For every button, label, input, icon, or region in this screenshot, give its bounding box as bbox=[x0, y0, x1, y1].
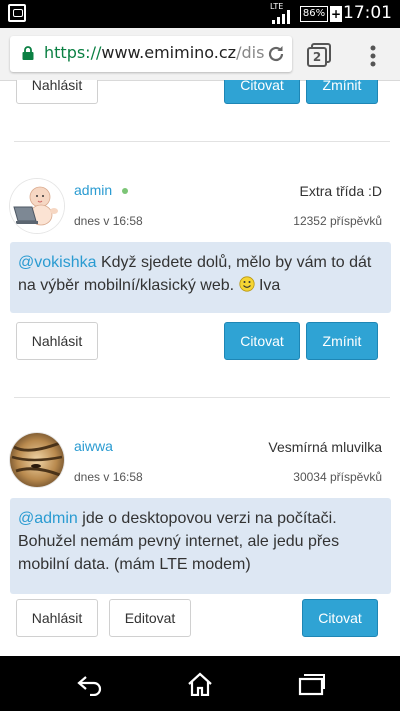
report-button[interactable]: Nahlásit bbox=[16, 322, 98, 360]
smiley-emoticon-icon bbox=[238, 276, 255, 292]
username[interactable]: admin bbox=[74, 182, 112, 198]
edit-button[interactable]: Editovat bbox=[109, 599, 191, 637]
post-count: 12352 příspěvků bbox=[293, 214, 382, 228]
battery-indicator: 86% bbox=[300, 6, 328, 22]
quote-button[interactable]: Citovat bbox=[224, 80, 300, 104]
mention-button[interactable]: Zmínit bbox=[306, 322, 378, 360]
report-button[interactable]: Nahlásit bbox=[16, 599, 98, 637]
system-navigation-bar bbox=[0, 656, 400, 711]
post-body: @admin jde o desktopovou verzi na počíta… bbox=[10, 498, 391, 594]
post-date: dnes v 16:58 bbox=[74, 470, 143, 484]
post-divider bbox=[14, 397, 390, 398]
tab-count: 2 bbox=[312, 50, 322, 64]
mention-link[interactable]: @admin bbox=[18, 510, 78, 527]
back-icon[interactable] bbox=[76, 672, 104, 696]
baby-laptop-avatar-image bbox=[10, 179, 64, 233]
user-rank: Vesmírná mluvilka bbox=[268, 439, 382, 455]
url-host: www.emimino.cz bbox=[101, 43, 237, 62]
lock-icon bbox=[22, 46, 34, 60]
cat-avatar-image bbox=[10, 433, 64, 487]
reload-icon[interactable] bbox=[266, 44, 286, 64]
mention-button[interactable]: Zmínit bbox=[306, 80, 378, 104]
quote-button[interactable]: Citovat bbox=[302, 599, 378, 637]
avatar[interactable] bbox=[10, 433, 64, 487]
address-bar[interactable]: https://www.emimino.cz/dis bbox=[10, 36, 292, 72]
clock: 17:01 bbox=[343, 3, 392, 23]
browser-toolbar: https://www.emimino.cz/dis 2 bbox=[0, 28, 400, 81]
home-icon[interactable] bbox=[186, 672, 214, 696]
status-bar: LTE 86% + 17:01 bbox=[0, 0, 400, 28]
avatar[interactable] bbox=[10, 179, 64, 233]
online-status-dot bbox=[122, 188, 128, 194]
tabs-button[interactable]: 2 bbox=[306, 42, 332, 68]
charging-icon: + bbox=[330, 6, 342, 22]
recent-apps-icon[interactable] bbox=[298, 672, 326, 696]
url-text[interactable]: https://www.emimino.cz/dis bbox=[44, 43, 264, 62]
quote-button[interactable]: Citovat bbox=[224, 322, 300, 360]
forum-content: Nahlásit Citovat Zmínit admin Extra tříd… bbox=[0, 80, 400, 656]
mention-link[interactable]: @vokishka bbox=[18, 254, 97, 271]
post-count: 30034 příspěvků bbox=[293, 470, 382, 484]
screenshot-notification-icon bbox=[8, 4, 26, 22]
url-scheme: https:// bbox=[44, 43, 102, 62]
post-divider bbox=[14, 141, 390, 142]
user-rank: Extra třída :D bbox=[299, 183, 382, 199]
post-date: dnes v 16:58 bbox=[74, 214, 143, 228]
url-path: /dis bbox=[236, 43, 265, 62]
username[interactable]: aiwwa bbox=[74, 438, 113, 454]
post-body: @vokishka Když sjedete dolů, mělo by vám… bbox=[10, 242, 391, 313]
report-button[interactable]: Nahlásit bbox=[16, 80, 98, 104]
overflow-menu-icon[interactable] bbox=[366, 44, 380, 68]
signal-icon bbox=[272, 10, 290, 24]
post-signature: Iva bbox=[254, 277, 281, 294]
